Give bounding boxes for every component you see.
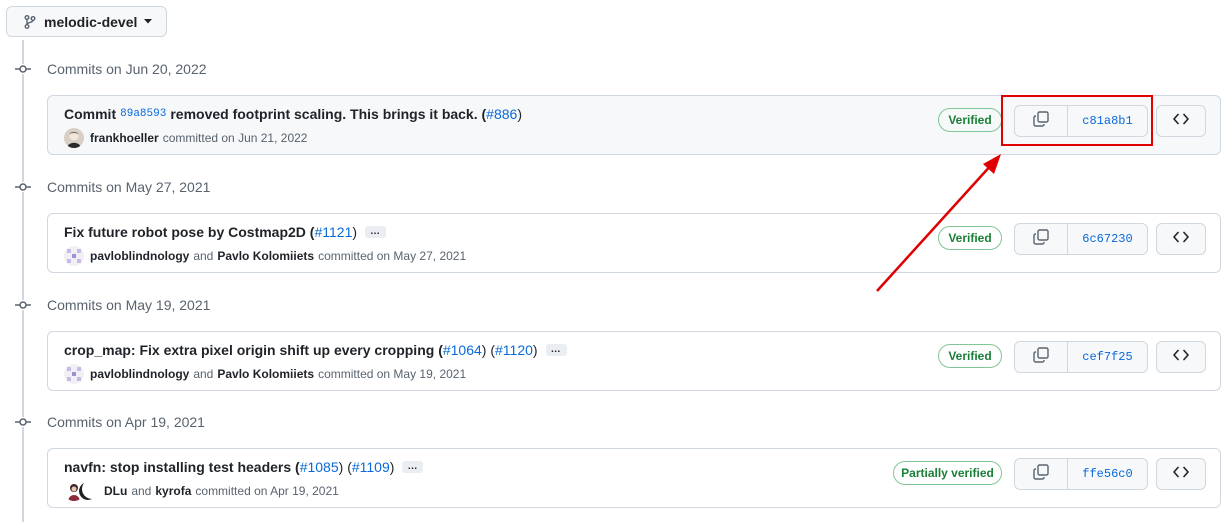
commit-message[interactable]: Fix future robot pose by Costmap2D ( #11… bbox=[64, 224, 387, 240]
group-date-label: Commits on May 19, 2021 bbox=[47, 297, 211, 313]
browse-repository-button[interactable] bbox=[1156, 341, 1206, 373]
commit-message[interactable]: crop_map: Fix extra pixel origin shift u… bbox=[64, 342, 567, 358]
commit-message-text: ) ( bbox=[481, 342, 496, 358]
author-link[interactable]: pavloblindnology bbox=[90, 367, 189, 381]
group-date-label: Commits on May 27, 2021 bbox=[47, 179, 211, 195]
git-branch-icon bbox=[24, 14, 36, 29]
code-icon bbox=[1173, 230, 1189, 248]
highlight-annotation-box bbox=[1001, 95, 1153, 146]
author-link[interactable]: Pavlo Kolomiiets bbox=[217, 367, 314, 381]
commit-message-text: Commit bbox=[64, 106, 117, 122]
author-link[interactable]: frankhoeller bbox=[90, 131, 159, 145]
commit-sha-button-group: 6c67230 bbox=[1014, 223, 1148, 255]
browse-repository-button[interactable] bbox=[1156, 223, 1206, 255]
commit-message-text: ) bbox=[532, 342, 538, 358]
verified-badge[interactable]: Verified bbox=[938, 108, 1002, 132]
issue-link[interactable]: #1064 bbox=[443, 342, 482, 358]
author-joiner: and bbox=[193, 249, 214, 263]
author-joiner: and bbox=[193, 367, 214, 381]
commit-message-text: Fix future robot pose by Costmap2D ( bbox=[64, 224, 315, 240]
group-date-label: Commits on Jun 20, 2022 bbox=[47, 61, 207, 77]
copy-sha-button[interactable] bbox=[1015, 224, 1068, 254]
author-link[interactable]: pavloblindnology bbox=[90, 249, 189, 263]
commit-date-text: committed on Jun 21, 2022 bbox=[162, 131, 308, 145]
commit-sha-link[interactable]: cef7f25 bbox=[1068, 342, 1147, 372]
copy-icon bbox=[1033, 463, 1049, 485]
group-date-label: Commits on Apr 19, 2021 bbox=[47, 414, 205, 430]
issue-link[interactable]: #1121 bbox=[314, 224, 352, 240]
commit-sha-link[interactable]: 6c67230 bbox=[1068, 224, 1147, 254]
avatar[interactable] bbox=[78, 481, 98, 501]
issue-link[interactable]: #1109 bbox=[352, 459, 390, 475]
commit-message[interactable]: Commit 89a8593 removed footprint scaling… bbox=[64, 106, 522, 122]
git-commit-icon bbox=[15, 64, 31, 74]
author-link[interactable]: DLu bbox=[104, 484, 127, 498]
commit-row: crop_map: Fix extra pixel origin shift u… bbox=[47, 331, 1221, 391]
commit-row: Fix future robot pose by Costmap2D ( #11… bbox=[47, 213, 1221, 273]
commit-message[interactable]: navfn: stop installing test headers ( #1… bbox=[64, 459, 424, 475]
issue-link[interactable]: #1085 bbox=[300, 459, 339, 475]
expand-message-button[interactable]: … bbox=[545, 344, 567, 356]
author-link[interactable]: Pavlo Kolomiiets bbox=[217, 249, 314, 263]
branch-selector-button[interactable]: melodic-devel bbox=[6, 6, 167, 37]
author-joiner: and bbox=[131, 484, 152, 498]
avatar[interactable] bbox=[64, 364, 84, 384]
git-commit-icon bbox=[15, 300, 31, 310]
inline-commit-sha-link[interactable]: 89a8593 bbox=[120, 108, 166, 120]
verified-badge[interactable]: Verified bbox=[938, 344, 1002, 368]
avatar[interactable] bbox=[64, 128, 84, 148]
commit-message-text: ) bbox=[352, 224, 358, 240]
code-icon bbox=[1173, 112, 1189, 130]
commit-message-text: removed footprint scaling. This brings i… bbox=[170, 106, 487, 122]
author-link[interactable]: kyrofa bbox=[155, 484, 191, 498]
partially-verified-badge[interactable]: Partially verified bbox=[893, 461, 1002, 485]
commit-date-text: committed on May 27, 2021 bbox=[318, 249, 467, 263]
commit-sha-button-group: cef7f25 bbox=[1014, 341, 1148, 373]
expand-message-button[interactable]: … bbox=[365, 226, 387, 238]
commit-message-text: navfn: stop installing test headers ( bbox=[64, 459, 300, 475]
commit-message-text: ) bbox=[389, 459, 395, 475]
triangle-down-icon bbox=[144, 19, 153, 24]
commit-message-text: crop_map: Fix extra pixel origin shift u… bbox=[64, 342, 443, 358]
issue-link[interactable]: #1120 bbox=[495, 342, 533, 358]
issue-link[interactable]: #886 bbox=[486, 106, 517, 122]
copy-icon bbox=[1033, 346, 1049, 368]
timeline-line bbox=[22, 40, 24, 522]
commit-sha-link[interactable]: ffe56c0 bbox=[1068, 459, 1147, 489]
browse-repository-button[interactable] bbox=[1156, 105, 1206, 137]
branch-name: melodic-devel bbox=[44, 13, 138, 30]
expand-message-button[interactable]: … bbox=[402, 461, 424, 473]
verified-badge[interactable]: Verified bbox=[938, 226, 1002, 250]
commit-row: navfn: stop installing test headers ( #1… bbox=[47, 448, 1221, 508]
commit-message-text: ) bbox=[517, 106, 522, 122]
code-icon bbox=[1173, 465, 1189, 483]
commit-sha-button-group: ffe56c0 bbox=[1014, 458, 1148, 490]
copy-sha-button[interactable] bbox=[1015, 342, 1068, 372]
commit-message-text: ) ( bbox=[338, 459, 352, 475]
git-commit-icon bbox=[15, 182, 31, 192]
copy-sha-button[interactable] bbox=[1015, 459, 1068, 489]
copy-icon bbox=[1033, 228, 1049, 250]
avatar[interactable] bbox=[64, 246, 84, 266]
git-commit-icon bbox=[15, 417, 31, 427]
commit-date-text: committed on Apr 19, 2021 bbox=[195, 484, 339, 498]
code-icon bbox=[1173, 348, 1189, 366]
browse-repository-button[interactable] bbox=[1156, 458, 1206, 490]
commit-date-text: committed on May 19, 2021 bbox=[318, 367, 467, 381]
